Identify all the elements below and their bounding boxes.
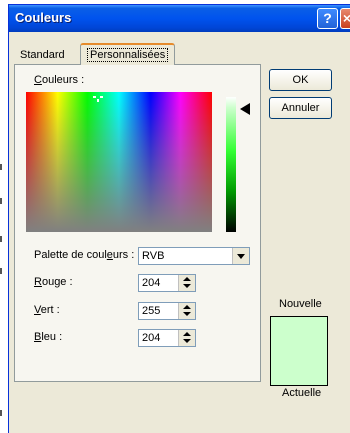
palette-label: Palette de couleurs : — [34, 249, 135, 261]
cancel-button[interactable]: Annuler — [269, 97, 332, 119]
current-color-swatch — [271, 351, 327, 385]
color-spectrum[interactable] — [26, 92, 212, 232]
new-color-label: Nouvelle — [279, 298, 322, 310]
current-color-label: Actuelle — [282, 387, 322, 399]
luminosity-slider-arrow[interactable] — [240, 103, 250, 115]
palette-select[interactable]: RVB — [138, 247, 250, 265]
chevron-down-icon[interactable] — [232, 248, 249, 264]
green-stepper[interactable]: 255 — [138, 302, 196, 320]
ok-button[interactable]: OK — [269, 69, 332, 91]
blue-label: Bleu : — [34, 331, 63, 343]
blue-value[interactable]: 204 — [142, 332, 160, 344]
title-bar[interactable]: Couleurs ? × — [9, 5, 350, 32]
spin-up-icon[interactable] — [183, 277, 191, 281]
spin-up-icon[interactable] — [183, 332, 191, 336]
green-label: Vert : — [34, 304, 60, 316]
blue-stepper[interactable]: 204 — [138, 329, 196, 347]
red-label: Rouge : — [34, 276, 73, 288]
tab-custom[interactable]: Personnalisées — [80, 43, 176, 65]
window-title: Couleurs — [15, 10, 72, 25]
color-preview — [270, 316, 328, 386]
luminosity-bar[interactable] — [226, 97, 236, 232]
spectrum-crosshair[interactable] — [93, 92, 103, 102]
tab-standard[interactable]: Standard — [14, 47, 71, 65]
help-button[interactable]: ? — [317, 8, 338, 29]
red-value[interactable]: 204 — [142, 277, 160, 289]
palette-select-value: RVB — [142, 250, 165, 262]
spin-down-icon[interactable] — [183, 312, 191, 316]
spin-down-icon[interactable] — [183, 284, 191, 288]
new-color-swatch — [271, 317, 327, 351]
green-value[interactable]: 255 — [142, 305, 160, 317]
spin-down-icon[interactable] — [183, 339, 191, 343]
spin-up-icon[interactable] — [183, 305, 191, 309]
red-stepper[interactable]: 204 — [138, 274, 196, 292]
tab-custom-label: Personnalisées — [87, 48, 169, 62]
close-button[interactable]: × — [340, 8, 350, 29]
colors-label: Couleurs : — [34, 74, 85, 86]
